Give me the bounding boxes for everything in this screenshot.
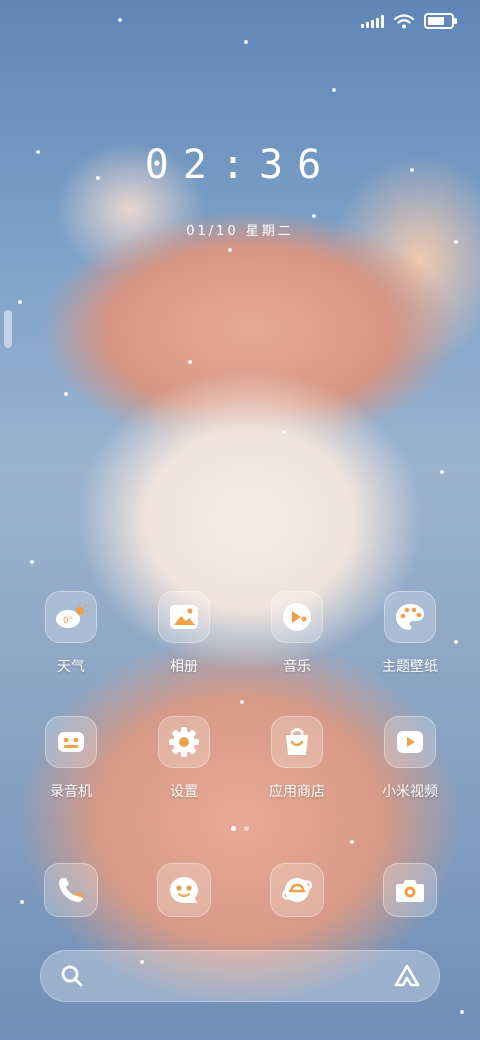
snowflake — [350, 840, 354, 844]
app-video[interactable]: 小米视频 — [354, 716, 466, 801]
snowflake — [240, 700, 244, 704]
snowflake — [4, 310, 12, 348]
app-label: 应用商店 — [269, 784, 325, 800]
palette-icon — [384, 591, 436, 643]
app-gallery[interactable]: 相册 — [128, 591, 240, 676]
weather-icon: 0° — [45, 591, 97, 643]
snowflake — [188, 360, 192, 364]
signal-icon — [361, 14, 384, 28]
page-dot[interactable] — [244, 826, 249, 831]
music-icon — [271, 591, 323, 643]
dock-messages[interactable] — [128, 863, 240, 917]
snowflake — [460, 1010, 464, 1014]
camera-icon — [383, 863, 437, 917]
battery-fill — [428, 17, 445, 25]
messages-icon — [157, 863, 211, 917]
snowflake — [244, 40, 248, 44]
lockscreen-clock: 02:36 — [144, 142, 336, 188]
browser-icon — [270, 863, 324, 917]
app-store[interactable]: 应用商店 — [241, 716, 353, 801]
app-label: 相册 — [170, 659, 198, 675]
snowflake — [228, 248, 232, 252]
snowflake — [454, 240, 458, 244]
settings-gear-icon — [158, 716, 210, 768]
app-themes[interactable]: 主题壁纸 — [354, 591, 466, 676]
wifi-icon — [394, 13, 414, 28]
search-icon[interactable] — [60, 964, 84, 988]
dock-camera[interactable] — [354, 863, 466, 917]
app-settings[interactable]: 设置 — [128, 716, 240, 801]
gallery-icon — [158, 591, 210, 643]
app-music[interactable]: 音乐 — [241, 591, 353, 676]
phone-icon — [44, 863, 98, 917]
app-weather[interactable]: 0° 天气 — [15, 591, 127, 676]
svg-text:0°: 0° — [63, 616, 73, 626]
app-recorder[interactable]: 录音机 — [15, 716, 127, 801]
app-label: 小米视频 — [382, 784, 438, 800]
app-store-icon — [271, 716, 323, 768]
video-play-icon — [384, 716, 436, 768]
snowflake — [30, 560, 34, 564]
app-label: 录音机 — [50, 784, 92, 800]
assistant-icon[interactable] — [394, 964, 420, 988]
dock-phone[interactable] — [15, 863, 127, 917]
status-bar — [361, 10, 457, 32]
battery-icon — [424, 13, 457, 29]
snowflake — [118, 18, 122, 22]
app-label: 主题壁纸 — [382, 659, 438, 675]
snowflake — [18, 300, 22, 304]
search-bar[interactable] — [40, 950, 440, 1002]
snowflake — [312, 214, 316, 218]
lockscreen-date: 01/10 星期二 — [186, 224, 294, 239]
app-label: 天气 — [57, 659, 85, 675]
snowflake — [64, 392, 68, 396]
page-indicator[interactable] — [0, 826, 480, 831]
dock-browser[interactable] — [241, 863, 353, 917]
app-label: 音乐 — [283, 659, 311, 675]
recorder-icon — [45, 716, 97, 768]
snowflake — [440, 470, 444, 474]
page-dot-active[interactable] — [231, 826, 236, 831]
snowflake — [282, 430, 286, 434]
app-label: 设置 — [170, 784, 198, 800]
snowflake — [332, 88, 336, 92]
